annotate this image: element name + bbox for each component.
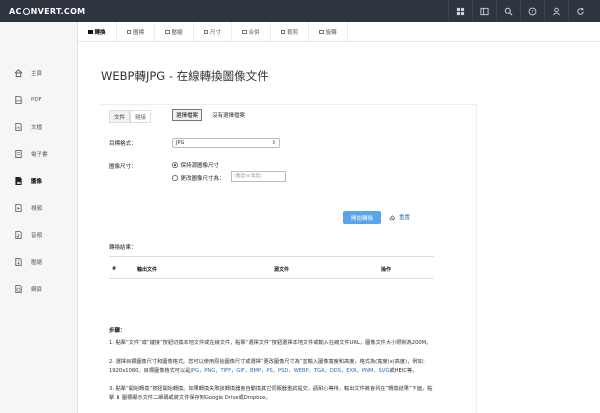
start-convert-button[interactable]: 開始轉換	[343, 211, 381, 224]
step-3: 3. 點擊“開始轉換”按鈕開始轉換。如果轉換失敗該轉換器會自動換其它伺服器重試提…	[109, 386, 433, 401]
image-icon	[14, 176, 23, 186]
help-icon[interactable]: ?	[520, 0, 544, 22]
top-icon-group: ?	[448, 0, 592, 22]
format-links[interactable]: JPG，PNG，TIFF，GIF，BMP，PS，PSD，WEBP，TGA，DDS…	[190, 368, 389, 374]
sidebar-item-pdf[interactable]: PDF PDF	[0, 86, 78, 113]
checkbox-icon	[88, 29, 93, 35]
ebook-icon	[14, 149, 23, 159]
sidebar-item-archive[interactable]: 壓縮	[0, 248, 78, 275]
sidebar-item-web[interactable]: 網頁	[0, 275, 78, 302]
radio-selected-icon	[172, 162, 178, 168]
video-icon	[14, 203, 23, 213]
document-icon: W	[14, 122, 23, 132]
results-title: 轉換結果：	[109, 245, 137, 251]
col-action: 操作	[381, 267, 392, 273]
tab-crop[interactable]: 裁剪	[271, 22, 310, 42]
search-icon[interactable]	[496, 0, 520, 22]
reset-button[interactable]: 重置	[389, 213, 410, 221]
keep-size-radio[interactable]: 保持源圖像尺寸	[172, 161, 219, 169]
checkbox-icon	[126, 29, 132, 35]
logo-ring-icon	[22, 7, 30, 15]
source-mode-switch: 文件 鏈接	[109, 110, 152, 123]
col-source: 源文件	[274, 267, 290, 273]
choose-file-button[interactable]: 選擇檔案	[172, 109, 203, 121]
tab-compress[interactable]: 壓縮	[155, 22, 194, 42]
step-1: 1. 點擊“文件”或“鏈接”按鈕切換本地文件或在線文件，點擊“選擇文件”按鈕選擇…	[109, 340, 432, 346]
no-file-text: 沒有選擇檔案	[212, 113, 246, 119]
size-input[interactable]: (寬度)x(高度)	[231, 171, 286, 182]
svg-text:PDF: PDF	[16, 99, 22, 103]
panel-right-border	[476, 104, 477, 413]
sidebar-item-document[interactable]: W 文檔	[0, 113, 78, 140]
sidebar-item-home[interactable]: 主頁	[0, 59, 78, 86]
results-divider	[109, 256, 434, 257]
col-output: 輸出文件	[137, 267, 158, 273]
mode-file-button[interactable]: 文件	[109, 110, 131, 123]
change-size-radio[interactable]: 更改圖像尺寸為：	[172, 174, 225, 182]
results-table-bottom	[109, 278, 434, 279]
logo-suffix: NVERT.COM	[30, 6, 86, 16]
sidebar-item-audio[interactable]: 音頻	[0, 221, 78, 248]
target-format-label: 目標格式：	[109, 141, 137, 147]
web-icon	[14, 284, 23, 294]
col-index: #	[112, 266, 117, 272]
tab-resize[interactable]: 尺寸	[194, 22, 233, 42]
sidebar-item-image[interactable]: 圖像	[0, 167, 78, 194]
audio-icon	[14, 230, 23, 240]
sidebar-item-video[interactable]: 視頻	[0, 194, 78, 221]
panel-icon[interactable]	[472, 0, 496, 22]
grid-icon[interactable]	[448, 0, 472, 22]
sidebar-item-ebook[interactable]: 電子書	[0, 140, 78, 167]
target-format-select[interactable]: JPG ⇕	[172, 138, 280, 148]
sidebar: 主頁 PDF PDF W 文檔 電子書 圖像 視頻 音頻 壓縮 網頁	[0, 22, 78, 413]
tab-merge[interactable]: 合併	[232, 22, 271, 42]
page-title: WEBP轉JPG - 在線轉換圖像文件	[101, 69, 269, 83]
logo-prefix: AC	[9, 6, 22, 16]
pdf-icon: PDF	[14, 95, 23, 105]
tab-convert[interactable]: 轉換	[78, 22, 117, 42]
tab-icon[interactable]: 圖標	[117, 22, 156, 42]
radio-icon	[172, 175, 178, 181]
checkbox-icon	[242, 29, 247, 35]
image-size-label: 圖像尺寸：	[109, 164, 137, 170]
steps-title: 步驟：	[109, 328, 126, 334]
checkbox-icon	[203, 29, 209, 35]
home-icon	[14, 68, 23, 78]
top-bar: AC NVERT.COM ?	[0, 0, 600, 22]
step-2: 2. 選擇目標圖像尺寸和圖像格式。您可以使用原始圖像尺寸或選擇“更改圖像尺寸為”…	[109, 359, 428, 374]
site-logo[interactable]: AC NVERT.COM	[0, 7, 85, 16]
converter-panel: 文件 鏈接 選擇檔案 沒有選擇檔案 目標格式： JPG ⇕ 圖像尺寸： 保持源圖…	[101, 104, 476, 413]
tool-tab-bar: 轉換 圖標 壓縮 尺寸 合併 裁剪 旋轉	[78, 22, 600, 42]
svg-text:W: W	[17, 126, 20, 130]
main-content: WEBP轉JPG - 在線轉換圖像文件 文件 鏈接 選擇檔案 沒有選擇檔案 目標…	[78, 42, 600, 413]
archive-icon	[14, 257, 23, 267]
tab-rotate[interactable]: 旋轉	[309, 22, 348, 42]
checkbox-icon	[319, 29, 324, 35]
checkbox-icon	[280, 29, 286, 35]
refresh-icon[interactable]	[568, 0, 592, 22]
eraser-icon	[389, 214, 396, 220]
checkbox-icon	[165, 29, 170, 35]
select-arrows-icon: ⇕	[271, 140, 276, 146]
mode-link-button[interactable]: 鏈接	[130, 110, 152, 123]
user-icon[interactable]	[544, 0, 568, 22]
